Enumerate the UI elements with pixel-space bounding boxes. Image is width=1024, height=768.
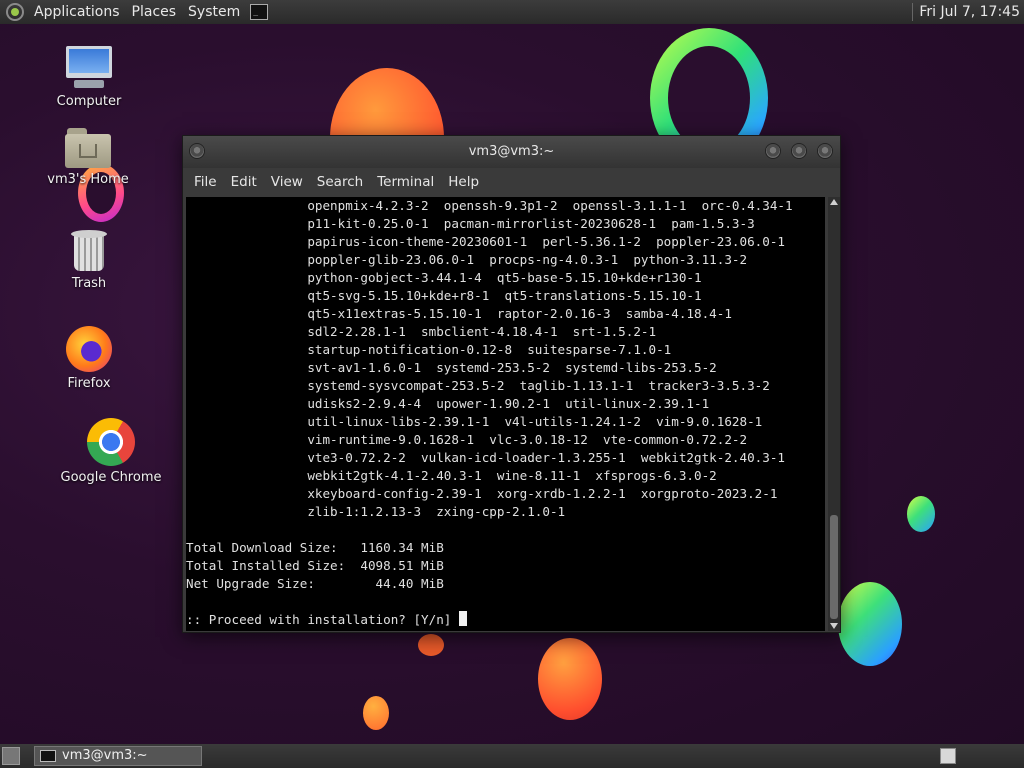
- desktop-icon-firefox[interactable]: Firefox: [34, 326, 144, 391]
- terminal-task-icon: [40, 750, 56, 762]
- terminal-line: qt5-x11extras-5.15.10-1 raptor-2.0.16-3 …: [186, 306, 732, 321]
- terminal-line: svt-av1-1.6.0-1 systemd-253.5-2 systemd-…: [186, 360, 717, 375]
- scrollbar-thumb[interactable]: [830, 515, 838, 619]
- terminal-line: sdl2-2.28.1-1 smbclient-4.18.4-1 srt-1.5…: [186, 324, 657, 339]
- minimize-button[interactable]: [765, 143, 781, 159]
- task-label: vm3@vm3:~: [62, 748, 148, 763]
- terminal-line: python-gobject-3.44.1-4 qt5-base-5.15.10…: [186, 270, 702, 285]
- panel-clock[interactable]: Fri Jul 7, 17:45: [912, 0, 1024, 24]
- terminal-line: openpmix-4.2.3-2 openssh-9.3p1-2 openssl…: [186, 198, 793, 213]
- wallpaper-orange-blob: [418, 634, 444, 656]
- workspace-switcher[interactable]: [940, 748, 956, 764]
- terminal-line: vim-runtime-9.0.1628-1 vlc-3.0.18-12 vte…: [186, 432, 748, 447]
- trash-icon: [71, 230, 107, 272]
- applications-menu[interactable]: Applications: [28, 0, 126, 24]
- desktop-icon-label: Firefox: [67, 376, 111, 391]
- desktop-icon-label: Computer: [56, 94, 122, 109]
- terminal-line: Total Installed Size: 4098.51 MiB: [186, 558, 444, 573]
- distro-logo-icon[interactable]: [6, 3, 24, 21]
- terminal-window[interactable]: vm3@vm3:~ File Edit View Search Terminal…: [182, 135, 841, 633]
- system-menu[interactable]: System: [182, 0, 246, 24]
- desktop-icon-computer[interactable]: Computer: [34, 46, 144, 109]
- window-titlebar[interactable]: vm3@vm3:~: [183, 136, 840, 168]
- terminal-line: Total Download Size: 1160.34 MiB: [186, 540, 444, 555]
- menu-file[interactable]: File: [187, 168, 224, 196]
- terminal-line: startup-notification-0.12-8 suitesparse-…: [186, 342, 672, 357]
- desktop-icon-home[interactable]: vm3's Home: [33, 128, 143, 187]
- terminal-line: Net Upgrade Size: 44.40 MiB: [186, 576, 444, 591]
- terminal-launcher-icon[interactable]: _: [250, 4, 269, 20]
- wallpaper-green-blob: [907, 496, 935, 532]
- taskbar-terminal-button[interactable]: vm3@vm3:~: [34, 746, 202, 766]
- desktop-icon-label: Trash: [71, 276, 107, 291]
- terminal-line: [186, 521, 793, 539]
- terminal-line: :: Proceed with installation? [Y/n]: [186, 611, 793, 629]
- terminal-line: papirus-icon-theme-20230601-1 perl-5.36.…: [186, 234, 785, 249]
- home-folder-icon: [65, 128, 111, 168]
- panel-menu: Applications Places System _: [0, 0, 269, 24]
- menu-terminal[interactable]: Terminal: [370, 168, 441, 196]
- menu-help[interactable]: Help: [441, 168, 486, 196]
- desktop-icon-chrome[interactable]: Google Chrome: [56, 418, 166, 485]
- terminal-line: udisks2-2.9.4-4 upower-1.90.2-1 util-lin…: [186, 396, 710, 411]
- bottom-panel: vm3@vm3:~: [0, 744, 1024, 768]
- panel-separator: [912, 3, 914, 21]
- show-desktop-icon[interactable]: [2, 747, 20, 765]
- scroll-up-arrow-icon[interactable]: [830, 199, 838, 205]
- terminal-line: p11-kit-0.25.0-1 pacman-mirrorlist-20230…: [186, 216, 755, 231]
- terminal-menubar: File Edit View Search Terminal Help: [183, 168, 840, 196]
- close-button[interactable]: [817, 143, 833, 159]
- menu-edit[interactable]: Edit: [224, 168, 264, 196]
- wallpaper-green-blob: [838, 582, 902, 666]
- maximize-button[interactable]: [791, 143, 807, 159]
- terminal-line: systemd-sysvcompat-253.5-2 taglib-1.13.1…: [186, 378, 770, 393]
- places-menu[interactable]: Places: [126, 0, 183, 24]
- clock-text: Fri Jul 7, 17:45: [919, 4, 1020, 20]
- terminal-line: vte3-0.72.2-2 vulkan-icd-loader-1.3.255-…: [186, 450, 785, 465]
- scroll-down-arrow-icon[interactable]: [830, 623, 838, 629]
- terminal-line: util-linux-libs-2.39.1-1 v4l-utils-1.24.…: [186, 414, 763, 429]
- desktop-icon-label: vm3's Home: [47, 172, 129, 187]
- computer-icon: [64, 46, 114, 90]
- top-panel: Applications Places System _ Fri Jul 7, …: [0, 0, 1024, 24]
- chrome-icon: [87, 418, 135, 466]
- terminal-scrollbar[interactable]: [828, 197, 840, 631]
- menu-view[interactable]: View: [264, 168, 310, 196]
- terminal-line: webkit2gtk-4.1-2.40.3-1 wine-8.11-1 xfsp…: [186, 468, 717, 483]
- terminal-line: poppler-glib-23.06.0-1 procps-ng-4.0.3-1…: [186, 252, 748, 267]
- terminal-lines: openpmix-4.2.3-2 openssh-9.3p1-2 openssl…: [186, 197, 793, 629]
- firefox-icon: [66, 326, 112, 372]
- terminal-line: [186, 593, 793, 611]
- desktop-icon-label: Google Chrome: [60, 470, 162, 485]
- wallpaper-orange-blob: [363, 696, 389, 730]
- wallpaper-orange-blob: [538, 638, 602, 720]
- terminal-line: zlib-1:1.2.13-3 zxing-cpp-2.1.0-1: [186, 504, 566, 519]
- window-title: vm3@vm3:~: [468, 144, 555, 159]
- terminal-line: xkeyboard-config-2.39-1 xorg-xrdb-1.2.2-…: [186, 486, 778, 501]
- desktop-icon-trash[interactable]: Trash: [34, 230, 144, 291]
- terminal-line: qt5-svg-5.15.10+kde+r8-1 qt5-translation…: [186, 288, 702, 303]
- terminal-cursor: [458, 611, 467, 626]
- terminal-output[interactable]: openpmix-4.2.3-2 openssh-9.3p1-2 openssl…: [186, 197, 825, 631]
- menu-search[interactable]: Search: [310, 168, 370, 196]
